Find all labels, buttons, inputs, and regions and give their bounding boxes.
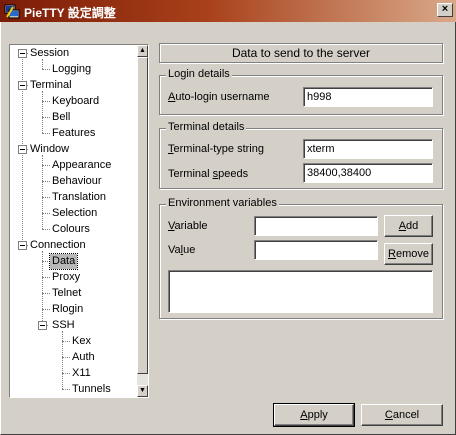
cancel-button[interactable]: Cancel: [361, 404, 443, 426]
collapse-icon[interactable]: [18, 241, 27, 250]
tree-connector: [42, 165, 50, 166]
tree-item-terminal[interactable]: Terminal: [28, 78, 74, 93]
group-title: Environment variables: [166, 197, 279, 209]
tree-connector: [62, 341, 70, 342]
pietty-app-icon: [4, 4, 20, 19]
tree-item-features[interactable]: Features: [50, 126, 97, 141]
tree-item-appearance[interactable]: Appearance: [50, 158, 113, 173]
value-input[interactable]: [254, 240, 378, 260]
terminal-speeds-input[interactable]: [303, 163, 433, 183]
tree-connector: [42, 197, 50, 198]
tree-connector: [42, 293, 50, 294]
tree-connector: [42, 213, 50, 214]
scroll-up-button[interactable]: ▲: [137, 45, 148, 57]
tree-item-colours[interactable]: Colours: [50, 222, 92, 237]
tree-connector: [42, 277, 50, 278]
add-button[interactable]: Add: [384, 215, 433, 237]
group-title: Login details: [166, 68, 232, 80]
tree-item-bell[interactable]: Bell: [50, 110, 72, 125]
tree-item-logging[interactable]: Logging: [50, 62, 93, 77]
tree-connector: [62, 357, 70, 358]
tree-connector: [42, 101, 50, 102]
tree-item-tunnels[interactable]: Tunnels: [70, 382, 113, 397]
tree-connector: [62, 389, 70, 390]
tree-connector: [42, 229, 50, 230]
tree-connector: [42, 261, 50, 262]
auto-login-username-label: Auto-login username: [168, 91, 270, 103]
collapse-icon[interactable]: [18, 81, 27, 90]
auto-login-username-input[interactable]: [303, 87, 433, 107]
tree-item-connection[interactable]: Connection: [28, 238, 88, 253]
title-bar: PieTTY 設定調整 ×: [0, 0, 456, 22]
tree-item-proxy[interactable]: Proxy: [50, 270, 82, 285]
window-title: PieTTY 設定調整: [24, 6, 116, 20]
tree-item-auth[interactable]: Auth: [70, 350, 97, 365]
tree-item-session[interactable]: Session: [28, 46, 71, 61]
scroll-thumb[interactable]: [137, 57, 148, 374]
tree-item-keyboard[interactable]: Keyboard: [50, 94, 101, 109]
tree-item-data[interactable]: Data: [48, 253, 79, 270]
tree-connector: [62, 331, 63, 389]
tree-connector: [42, 133, 50, 134]
environment-variables-list[interactable]: [168, 270, 433, 313]
group-title: Terminal details: [166, 121, 247, 133]
tree-connector: [42, 91, 43, 133]
tree-content: Session Logging Terminal Keyboard Bell Featur…: [10, 45, 137, 397]
collapse-icon[interactable]: [18, 145, 27, 154]
tree-item-behaviour[interactable]: Behaviour: [50, 174, 104, 189]
tree-scrollbar[interactable]: ▲ ▼: [137, 45, 148, 397]
tree-item-translation[interactable]: Translation: [50, 190, 108, 205]
terminal-speeds-label: Terminal speeds: [168, 168, 249, 180]
tree-connector: [62, 373, 70, 374]
close-button[interactable]: ×: [437, 3, 453, 17]
tree-item-window[interactable]: Window: [28, 142, 71, 157]
scroll-down-button[interactable]: ▼: [137, 385, 148, 397]
arrow-up-icon: ▲: [139, 47, 146, 54]
tree-item-selection[interactable]: Selection: [50, 206, 99, 221]
tree-item-kex[interactable]: Kex: [70, 334, 93, 349]
tree-connector: [42, 251, 43, 325]
variable-input[interactable]: [254, 216, 378, 236]
apply-button[interactable]: Apply: [273, 403, 355, 427]
tree-item-telnet[interactable]: Telnet: [50, 286, 83, 301]
variable-label: Variable: [168, 220, 208, 232]
close-icon: ×: [441, 3, 449, 15]
panel-header: Data to send to the server: [159, 43, 443, 63]
tree-connector: [42, 309, 50, 310]
tree-connector: [42, 117, 50, 118]
tree-item-x11[interactable]: X11: [70, 366, 93, 381]
tree-item-rlogin[interactable]: Rlogin: [50, 302, 85, 317]
remove-button[interactable]: Remove: [384, 243, 433, 265]
tree-connector: [42, 155, 43, 229]
collapse-icon[interactable]: [18, 49, 27, 58]
tree-item-ssh[interactable]: SSH: [50, 318, 77, 333]
tree-connector: [42, 181, 50, 182]
terminal-type-label: Terminal-type string: [168, 143, 264, 155]
collapse-icon[interactable]: [38, 321, 47, 330]
arrow-down-icon: ▼: [139, 387, 146, 394]
category-tree[interactable]: Session Logging Terminal Keyboard Bell Featur…: [9, 44, 149, 398]
terminal-type-input[interactable]: [303, 139, 433, 159]
tree-connector: [42, 69, 50, 70]
value-label: Value: [168, 244, 196, 256]
